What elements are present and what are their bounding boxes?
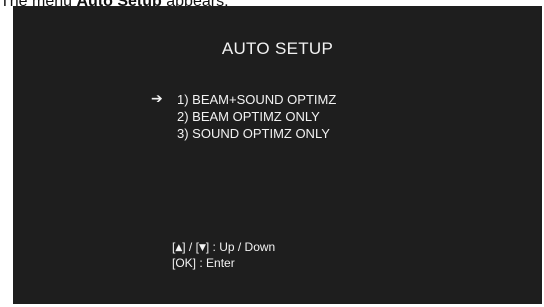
right-arrow-icon: ➔ [151,91,163,107]
menu-item-label: 2) BEAM OPTIMZ ONLY [177,109,320,124]
osd-title: AUTO SETUP [221,39,334,58]
help-navigation: [▲] / [▼] : Up / Down [172,240,276,254]
osd-help: [▲] / [▼] : Up / Down [OK] : Enter [172,240,275,271]
up-triangle-icon: ▲ [175,243,183,253]
menu-item-label: 1) BEAM+SOUND OPTIMZ [177,92,337,107]
help-ok-key: [OK] [172,256,197,270]
help-nav-text: : Up / Down [212,240,276,254]
help-ok-text: : Enter [196,256,235,270]
down-triangle-icon: ▼ [198,243,206,253]
menu-item-beam-sound[interactable]: ➔ 1) BEAM+SOUND OPTIMZ [151,91,336,108]
osd-screen: AUTO SETUP ➔ 1) BEAM+SOUND OPTIMZ 2) BEA… [13,6,542,304]
menu-item-sound-only[interactable]: 3) SOUND OPTIMZ ONLY [151,125,336,142]
menu-item-label: 3) SOUND OPTIMZ ONLY [177,126,330,141]
menu-item-beam-only[interactable]: 2) BEAM OPTIMZ ONLY [151,108,336,125]
help-enter: [OK] : Enter [172,256,275,271]
osd-menu: ➔ 1) BEAM+SOUND OPTIMZ 2) BEAM OPTIMZ ON… [151,91,336,142]
